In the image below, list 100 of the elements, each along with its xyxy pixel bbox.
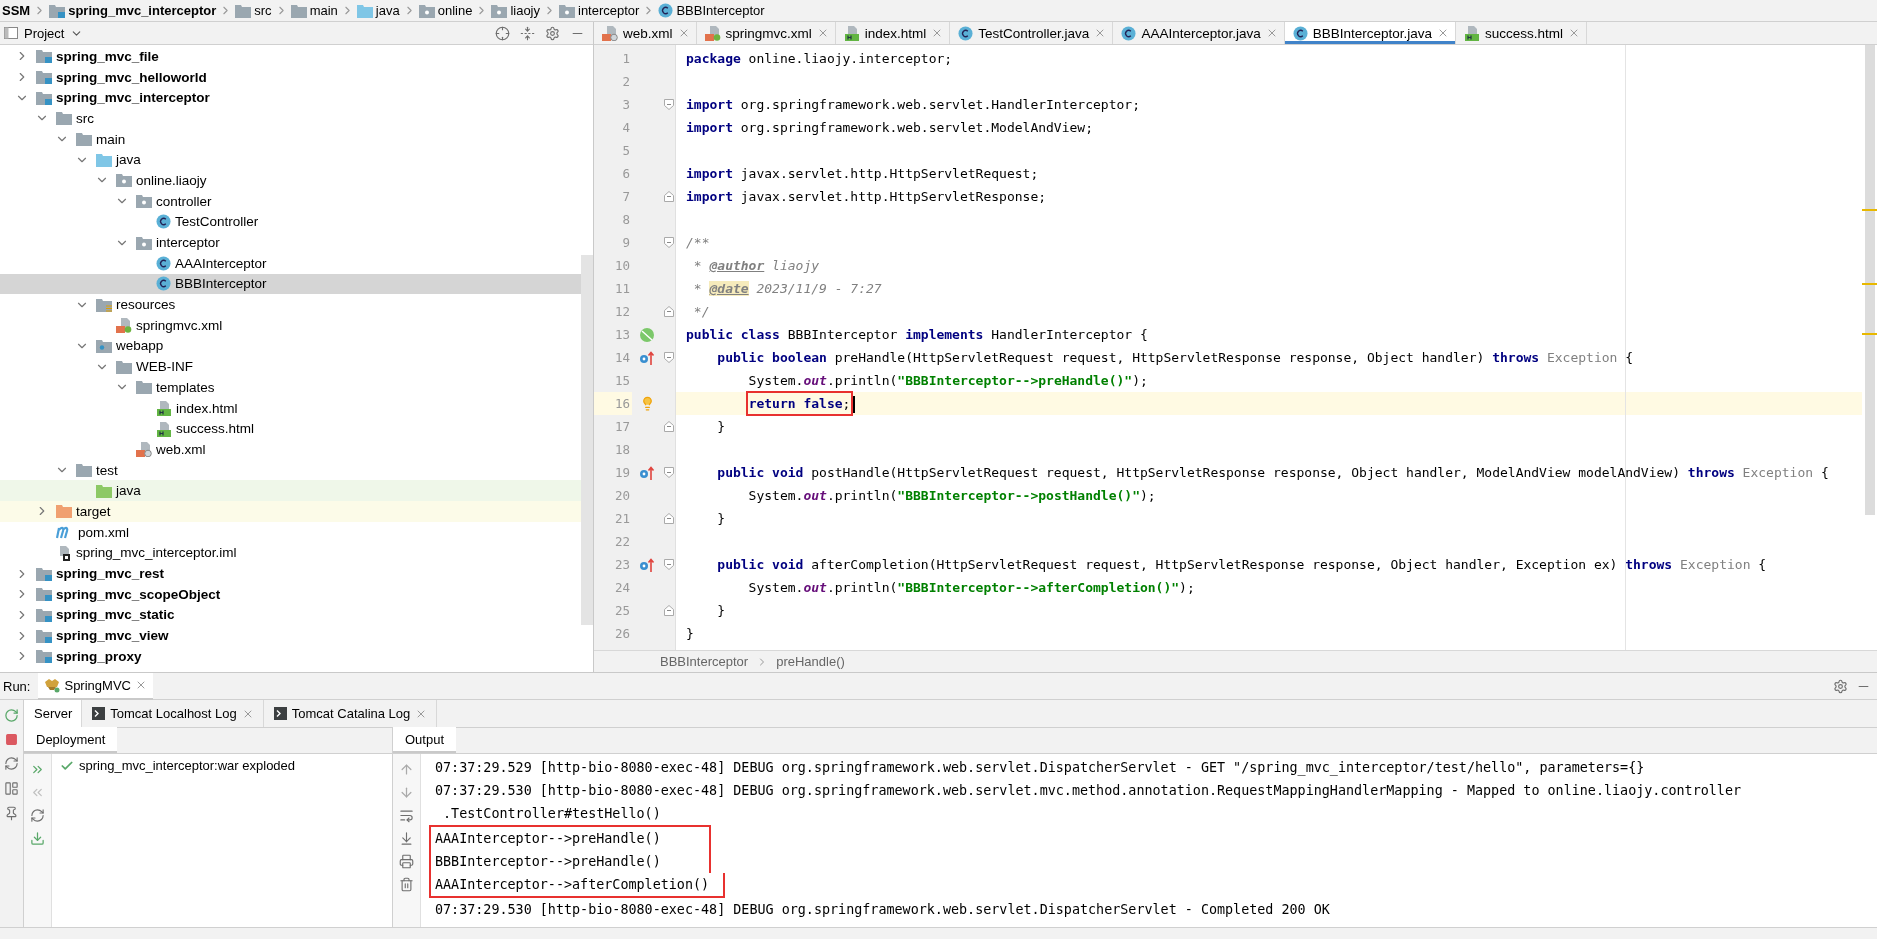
breadcrumb-item[interactable]: spring_mvc_interceptor <box>68 3 217 18</box>
tree-item-label[interactable]: spring_mvc_interceptor.iml <box>76 544 237 562</box>
breadcrumb-item[interactable]: src <box>254 3 272 18</box>
tree-item[interactable]: pom.xml <box>0 521 581 543</box>
fold-marker-icon[interactable] <box>663 559 674 570</box>
tree-item[interactable]: WEB-INF <box>0 356 581 377</box>
stop-icon[interactable] <box>5 733 18 746</box>
tree-item-label[interactable]: java <box>116 482 141 500</box>
code-breadcrumb[interactable]: BBBInterceptor <box>660 654 749 669</box>
fold-marker-icon[interactable] <box>663 513 674 524</box>
tree-item-label[interactable]: spring_mvc_interceptor <box>56 89 210 107</box>
collapse-all-icon[interactable] <box>520 25 535 41</box>
fold-marker-icon[interactable] <box>663 237 674 248</box>
tree-item[interactable]: src <box>0 108 581 129</box>
scrollbar[interactable] <box>581 255 593 625</box>
soft-wrap-icon[interactable] <box>399 808 414 823</box>
override-marker-icon[interactable] <box>638 349 656 366</box>
tree-item-label[interactable]: BBBInterceptor <box>175 275 267 293</box>
tree-item[interactable]: spring_mvc_static <box>0 604 581 626</box>
breadcrumb-item[interactable]: liaojy <box>510 3 540 18</box>
tree-item[interactable]: templates <box>0 377 581 398</box>
tree-item-label[interactable]: interceptor <box>156 234 220 252</box>
tree-item[interactable]: java <box>0 149 581 171</box>
tree-item-label[interactable]: TestController <box>175 213 259 231</box>
breadcrumb-item[interactable]: BBBInterceptor <box>676 3 765 18</box>
down-arrow-icon[interactable] <box>399 785 414 800</box>
code-breadcrumb[interactable]: preHandle() <box>776 654 845 669</box>
tree-item-label[interactable]: templates <box>156 378 215 396</box>
print-icon[interactable] <box>399 854 414 869</box>
fold-marker-icon[interactable] <box>663 99 674 110</box>
pin-icon[interactable] <box>4 806 19 821</box>
tree-item[interactable]: web.xml <box>0 439 581 460</box>
tree-item[interactable]: spring_mvc_interceptor <box>0 87 581 109</box>
tree-item-label[interactable]: spring_mvc_scopeObject <box>56 585 221 603</box>
project-view-dropdown[interactable]: Project <box>4 25 84 41</box>
locate-icon[interactable] <box>495 25 510 41</box>
implemented-marker-icon[interactable] <box>639 326 655 343</box>
tree-item[interactable]: main <box>0 128 581 150</box>
run-config-tab[interactable]: SpringMVC <box>38 672 153 700</box>
output-header[interactable]: Output <box>393 727 457 753</box>
tree-item-label[interactable]: spring_mvc_rest <box>56 565 165 583</box>
tree-item-label[interactable]: web.xml <box>156 440 206 458</box>
tree-item[interactable]: webapp <box>0 335 581 357</box>
tree-item-label[interactable]: spring_mvc_file <box>56 47 159 65</box>
tree-item[interactable]: resources <box>0 294 581 315</box>
scroll-to-end-icon[interactable] <box>399 831 414 846</box>
breadcrumb-item[interactable]: interceptor <box>578 3 640 18</box>
deployment-item[interactable]: spring_mvc_interceptor:war exploded <box>60 758 384 773</box>
fold-marker-icon[interactable] <box>663 467 674 478</box>
tree-item[interactable]: AAAInterceptor <box>0 252 581 274</box>
tree-item[interactable]: controller <box>0 190 581 212</box>
run-tab[interactable]: Server <box>24 700 83 727</box>
tree-item[interactable]: spring_mvc_view <box>0 625 581 646</box>
tree-item-label[interactable]: main <box>96 130 126 148</box>
settings-icon[interactable] <box>545 25 560 41</box>
tree-item-label[interactable]: controller <box>156 192 212 210</box>
tree-item-label[interactable]: index.html <box>176 399 238 417</box>
tree-item[interactable]: spring_proxy <box>0 645 581 667</box>
tree-item[interactable]: TestController <box>0 211 581 233</box>
tree-item[interactable]: index.html <box>0 397 581 419</box>
tree-item[interactable]: spring_mvc_helloworld <box>0 66 581 88</box>
tree-item[interactable]: spring_mvc_interceptor.iml <box>0 542 581 564</box>
fold-marker-icon[interactable] <box>663 191 674 202</box>
breadcrumb-item[interactable]: main <box>309 3 338 18</box>
layout-icon[interactable] <box>4 781 19 796</box>
override-marker-icon[interactable] <box>638 464 656 481</box>
tree-item-label[interactable]: WEB-INF <box>136 358 193 376</box>
tree-item-label[interactable]: target <box>76 502 111 520</box>
rerun-icon[interactable] <box>4 708 19 723</box>
tree-item[interactable]: spring_mvc_rest <box>0 563 581 584</box>
tree-item-label[interactable]: java <box>116 151 141 169</box>
fold-marker-icon[interactable] <box>663 421 674 432</box>
tree-item-label[interactable]: spring_mvc_static <box>56 606 175 624</box>
tree-item[interactable]: spring_mvc_file <box>0 46 581 67</box>
tree-item-selected[interactable]: BBBInterceptor <box>0 273 581 295</box>
tree-item-label[interactable]: webapp <box>116 337 164 355</box>
tree-item[interactable]: online.liaojy <box>0 170 581 191</box>
tree-item[interactable]: springmvc.xml <box>0 314 581 336</box>
fold-marker-icon[interactable] <box>663 352 674 363</box>
tree-item-label[interactable]: springmvc.xml <box>136 316 223 334</box>
tree-item[interactable]: target <box>0 501 581 522</box>
tree-item[interactable]: java <box>0 480 581 502</box>
refresh-icon[interactable] <box>30 808 45 823</box>
tree-item-label[interactable]: src <box>76 109 94 127</box>
tree-item-label[interactable]: AAAInterceptor <box>175 254 267 272</box>
editor-tab[interactable]: BBBInterceptor.java <box>1284 22 1457 44</box>
tree-item[interactable]: test <box>0 459 581 481</box>
tree-item-label[interactable]: spring_mvc_view <box>56 627 169 645</box>
fold-marker-icon[interactable] <box>663 306 674 317</box>
breadcrumb-item[interactable]: online <box>437 3 473 18</box>
tree-item[interactable]: success.html <box>0 418 581 440</box>
deployment-header[interactable]: Deployment <box>24 727 118 753</box>
tree-item-label[interactable]: spring_mvc_helloworld <box>56 68 207 86</box>
trash-icon[interactable] <box>399 877 414 892</box>
breadcrumb-item[interactable]: SSM <box>2 3 31 18</box>
tree-item[interactable]: spring_mvc_scopeObject <box>0 583 581 605</box>
tree-item-label[interactable]: spring_proxy <box>56 647 142 665</box>
fold-marker-icon[interactable] <box>663 605 674 616</box>
breadcrumb-item[interactable]: java <box>375 3 400 18</box>
tree-item-label[interactable]: test <box>96 461 118 479</box>
